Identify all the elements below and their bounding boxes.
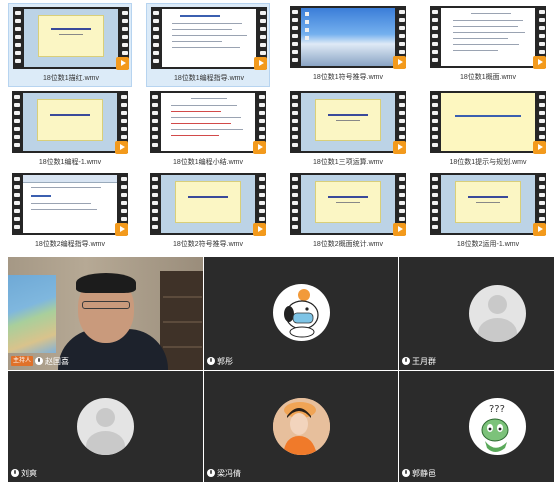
host-badge: 主持人 [11, 356, 34, 366]
play-icon [116, 57, 129, 70]
play-icon [393, 223, 406, 236]
participant-name: 郭彤 [217, 356, 233, 366]
mic-icon [402, 357, 410, 365]
participant-tile-host[interactable]: 主持人 赵国喜 [8, 257, 203, 370]
participant-tile[interactable]: 刘爽 [8, 371, 203, 482]
file-name: 18位数1描红.wmv [42, 75, 99, 82]
video-thumbnail [150, 173, 266, 236]
participant-name: 郭静邑 [412, 468, 436, 478]
play-icon [253, 141, 266, 154]
cartoon-dinosaur-icon: ??? [481, 404, 509, 452]
file-name: 18位数1符号推导.wmv [312, 74, 383, 81]
file-name: 18位数1提示与规划.wmv [449, 159, 527, 166]
file-name: 18位数1编程指导.wmv [173, 75, 244, 82]
file-item[interactable]: 18位数1编程指导.wmv [146, 3, 270, 87]
file-name: 18位数1编程小结.wmv [172, 159, 243, 166]
play-icon [533, 141, 546, 154]
video-thumbnail [430, 6, 546, 69]
default-user-icon [488, 295, 507, 314]
participant-name: 梁冯倩 [217, 468, 241, 478]
profile-photo-icon [273, 398, 330, 455]
video-thumbnail [12, 173, 128, 236]
participant-tile[interactable]: ??? 郭静邑 [399, 371, 554, 482]
mic-icon [11, 469, 19, 477]
file-name: 18位数2符号推导.wmv [172, 241, 243, 248]
participant-tile[interactable]: 郭彤 [204, 257, 398, 370]
play-icon [533, 56, 546, 69]
mic-icon [207, 357, 215, 365]
play-icon [254, 57, 267, 70]
avatar [273, 398, 330, 455]
file-item[interactable]: 18位数1编程-1.wmv [8, 88, 132, 172]
play-icon [533, 223, 546, 236]
play-icon [253, 223, 266, 236]
video-thumbnail [430, 91, 546, 154]
file-name: 18位数2编程指导.wmv [34, 241, 105, 248]
participant-name-tag: 郭静邑 [402, 467, 436, 479]
file-item[interactable]: 18位数2编程指导.wmv [8, 170, 132, 254]
video-thumbnail [290, 91, 406, 154]
participant-name: 刘爽 [21, 468, 37, 478]
file-item[interactable]: 18位数1符号推导.wmv [286, 3, 410, 87]
video-conference-panel: 主持人 赵国喜 郭彤 王月群 刘爽 梁冯倩 ??? 郭静邑 [0, 254, 554, 482]
file-item[interactable]: 18位数2符号推导.wmv [146, 170, 270, 254]
video-thumbnail [12, 91, 128, 154]
file-item[interactable]: 18位数1提示与规划.wmv [426, 88, 550, 172]
cartoon-dog-icon [284, 289, 319, 338]
mic-icon [35, 357, 44, 365]
file-item[interactable]: 18位数2概面统计.wmv [286, 170, 410, 254]
video-thumbnail [151, 7, 267, 70]
file-item[interactable]: 18位数1编程小结.wmv [146, 88, 270, 172]
svg-text:???: ??? [489, 404, 505, 415]
mic-icon [207, 469, 215, 477]
video-thumbnail [150, 91, 266, 154]
avatar: ??? [469, 398, 526, 455]
video-thumbnail [290, 6, 406, 69]
participant-name-tag: 王月群 [402, 355, 436, 367]
file-item[interactable]: 18位数1描红.wmv [8, 3, 132, 87]
file-item[interactable]: 18位数2运用-1.wmv [426, 170, 550, 254]
file-name: 18位数1三项运算.wmv [312, 159, 383, 166]
participant-tile[interactable]: 梁冯倩 [204, 371, 398, 482]
mic-icon [402, 469, 410, 477]
file-name: 18位数1概面.wmv [459, 74, 516, 81]
video-thumbnail [290, 173, 406, 236]
file-name: 18位数2概面统计.wmv [312, 241, 383, 248]
video-thumbnail [430, 173, 546, 236]
file-item[interactable]: 18位数1三项运算.wmv [286, 88, 410, 172]
file-name: 18位数2运用-1.wmv [456, 241, 520, 248]
video-thumbnail [13, 7, 129, 70]
video-file-grid: 18位数1描红.wmv 18位数1编程指导.wmv 18位数1符号推导.wmv … [0, 0, 554, 254]
file-name: 18位数1编程-1.wmv [38, 159, 102, 166]
participant-name-tag: 主持人 赵国喜 [11, 355, 69, 367]
file-item[interactable]: 18位数1概面.wmv [426, 3, 550, 87]
play-icon [393, 56, 406, 69]
avatar [469, 285, 526, 342]
participant-tile[interactable]: 王月群 [399, 257, 554, 370]
play-icon [115, 141, 128, 154]
participant-name-tag: 梁冯倩 [207, 467, 241, 479]
participant-name: 王月群 [412, 356, 436, 366]
participant-name-tag: 刘爽 [11, 467, 37, 479]
default-user-icon [96, 408, 115, 427]
participant-name: 赵国喜 [45, 356, 70, 366]
avatar [77, 398, 134, 455]
play-icon [115, 223, 128, 236]
participant-name-tag: 郭彤 [207, 355, 233, 367]
avatar [273, 284, 330, 341]
wall-map [8, 275, 56, 353]
play-icon [393, 141, 406, 154]
bookshelf [160, 271, 203, 370]
